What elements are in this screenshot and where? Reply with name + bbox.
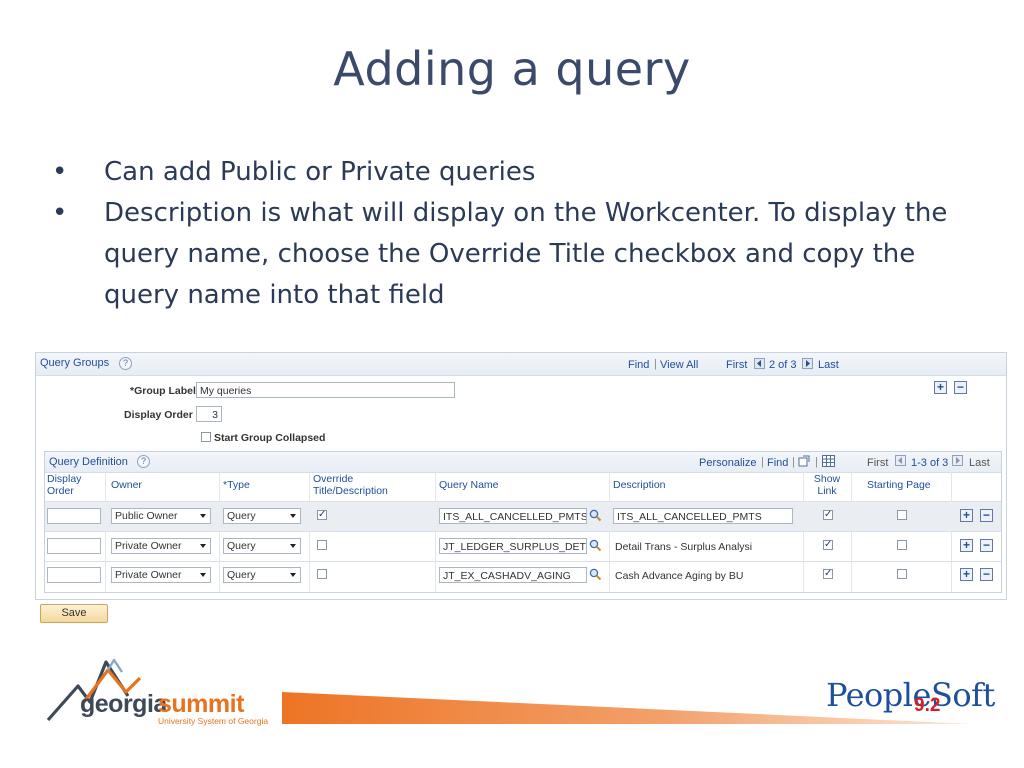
display-order-input[interactable]: 3 [196, 406, 222, 422]
description-input[interactable]: ITS_ALL_CANCELLED_PMTS [613, 508, 793, 524]
previous-icon[interactable] [895, 455, 906, 466]
type-select[interactable]: Query [223, 508, 301, 524]
next-icon[interactable] [802, 358, 813, 369]
lookup-icon[interactable] [589, 509, 602, 525]
lookup-icon[interactable] [589, 539, 602, 555]
chevron-down-icon [290, 573, 296, 577]
remove-group-icon[interactable]: − [954, 381, 967, 394]
display-order-caption: Display Order [124, 409, 193, 421]
add-row-icon[interactable]: + [960, 509, 973, 522]
chevron-down-icon [290, 514, 296, 518]
view-all-link[interactable]: View All [660, 359, 698, 371]
override-checkbox[interactable] [317, 569, 327, 579]
owner-select[interactable]: Public Owner [111, 508, 211, 524]
find-link[interactable]: Find [628, 359, 649, 371]
last-link[interactable]: Last [818, 359, 839, 371]
bullet-item: • Description is what will display on th… [52, 193, 982, 316]
group-pager-text: 2 of 3 [769, 359, 797, 371]
group-label-caption: *Group Label [130, 385, 196, 397]
remove-row-icon[interactable]: − [980, 539, 993, 552]
display-order-input[interactable] [47, 567, 101, 583]
query-name-input[interactable]: ITS_ALL_CANCELLED_PMTS [439, 508, 587, 524]
remove-row-icon[interactable]: − [980, 509, 993, 522]
chevron-down-icon [200, 573, 206, 577]
table-row: Private Owner Query JT_LEDGER_SURPLUS_DE… [45, 532, 1001, 561]
starting-page-checkbox[interactable] [897, 510, 907, 520]
bullet-text: Can add Public or Private queries [104, 157, 536, 187]
query-definition-grid: Query Definition ? Personalize | Find | … [44, 451, 1002, 593]
table-row: Private Owner Query JT_EX_CASHADV_AGING … [45, 562, 1001, 591]
add-group-icon[interactable]: + [934, 381, 947, 394]
query-groups-label: Query Groups [40, 357, 110, 369]
bullet-item: • Can add Public or Private queries [52, 152, 982, 193]
query-groups-header: Query Groups ? Find | View All First 2 o… [36, 353, 1006, 376]
query-name-input[interactable]: JT_LEDGER_SURPLUS_DET [439, 538, 587, 554]
chevron-down-icon [200, 514, 206, 518]
add-row-icon[interactable]: + [960, 568, 973, 581]
starting-page-checkbox[interactable] [897, 569, 907, 579]
slide-title: Adding a query [333, 42, 691, 96]
start-collapsed-checkbox[interactable] [201, 432, 211, 442]
find-link[interactable]: Find [767, 457, 788, 469]
query-name-input[interactable]: JT_EX_CASHADV_AGING [439, 567, 587, 583]
owner-value: Public Owner [115, 510, 178, 522]
override-checkbox[interactable]: ✓ [317, 510, 327, 520]
override-checkbox[interactable] [317, 540, 327, 550]
add-row-icon[interactable]: + [960, 539, 973, 552]
lookup-icon[interactable] [589, 568, 602, 584]
type-value: Query [227, 540, 256, 552]
peoplesoft-version: 9.2 [914, 695, 941, 716]
owner-select[interactable]: Private Owner [111, 538, 211, 554]
download-grid-icon[interactable] [822, 455, 835, 470]
personalize-link[interactable]: Personalize [699, 457, 756, 469]
first-link[interactable]: First [867, 457, 888, 469]
bullet-marker: • [52, 157, 68, 187]
owner-select[interactable]: Private Owner [111, 567, 211, 583]
col-override: Override Title/Description [313, 473, 388, 497]
type-value: Query [227, 510, 256, 522]
group-label-input[interactable]: My queries [196, 382, 455, 398]
last-link[interactable]: Last [969, 457, 990, 469]
chevron-down-icon [200, 544, 206, 548]
first-link[interactable]: First [726, 359, 747, 371]
query-definition-header: Query Definition ? Personalize | Find | … [45, 452, 1001, 473]
description-text: Detail Trans - Surplus Analysi [615, 541, 753, 553]
display-order-input[interactable] [47, 538, 101, 554]
help-icon[interactable]: ? [137, 455, 150, 468]
peoplesoft-logo: PeopleSoft [826, 676, 995, 714]
table-row: Public Owner Query ✓ ITS_ALL_CANCELLED_P… [45, 502, 1001, 531]
owner-value: Private Owner [115, 540, 182, 552]
description-text: Cash Advance Aging by BU [615, 570, 744, 582]
rows-pager-text: 1-3 of 3 [911, 457, 949, 469]
bullet-list: • Can add Public or Private queries • De… [52, 152, 982, 316]
starting-page-checkbox[interactable] [897, 540, 907, 550]
chevron-down-icon [290, 544, 296, 548]
view-new-window-icon[interactable] [798, 455, 810, 470]
display-order-input[interactable] [47, 508, 101, 524]
col-display-order: Display Order [47, 473, 82, 497]
show-link-checkbox[interactable]: ✓ [823, 569, 833, 579]
type-select[interactable]: Query [223, 538, 301, 554]
summit-wordmark: summit [158, 690, 244, 718]
col-show-link: Show Link [813, 473, 841, 497]
start-collapsed-caption: Start Group Collapsed [214, 432, 326, 444]
next-icon[interactable] [952, 455, 963, 466]
type-value: Query [227, 569, 256, 581]
show-link-checkbox[interactable]: ✓ [823, 510, 833, 520]
bullet-marker: • [52, 198, 68, 228]
previous-icon[interactable] [754, 358, 765, 369]
help-icon[interactable]: ? [119, 357, 132, 370]
georgia-wordmark: georgia [80, 690, 167, 718]
save-button[interactable]: Save [40, 604, 108, 623]
query-definition-label: Query Definition [49, 456, 128, 468]
usg-caption: University System of Georgia [158, 716, 269, 726]
bullet-text: Description is what will display on the … [104, 198, 948, 310]
type-select[interactable]: Query [223, 567, 301, 583]
query-groups-panel: Query Groups ? Find | View All First 2 o… [35, 352, 1007, 600]
remove-row-icon[interactable]: − [980, 568, 993, 581]
show-link-checkbox[interactable]: ✓ [823, 540, 833, 550]
owner-value: Private Owner [115, 569, 182, 581]
